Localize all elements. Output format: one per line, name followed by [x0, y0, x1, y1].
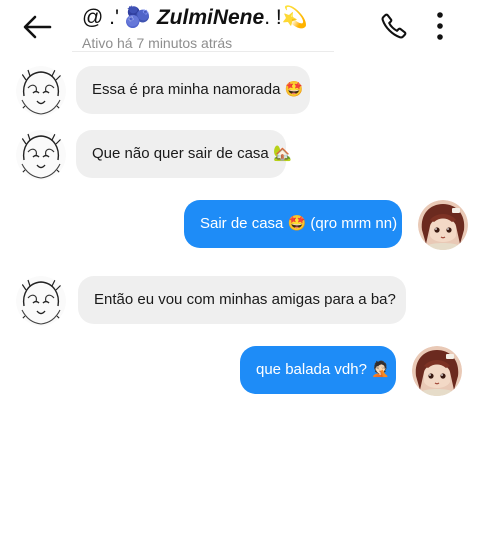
blueberry-emoji: 🫐 [124, 6, 151, 29]
message-bubble[interactable]: Sair de casa 🤩 (qro mrm nn) [184, 200, 402, 248]
sketch-avatar-icon [16, 130, 66, 180]
anime-avatar-icon [412, 346, 462, 396]
header-divider [72, 51, 334, 52]
chat-header: @ .' 🫐 ZulmiNene. !💫 Ativo há 7 minutos … [0, 0, 480, 56]
user-avatar[interactable] [412, 346, 462, 396]
contact-avatar[interactable] [16, 130, 66, 180]
sketch-avatar-icon [16, 66, 66, 116]
title-suffix: . !💫 [264, 6, 308, 29]
title-name: ZulmiNene [151, 6, 265, 29]
sketch-avatar-icon [16, 276, 66, 326]
contact-name[interactable]: @ .' 🫐 ZulmiNene. !💫 [82, 6, 308, 30]
message-bubble[interactable]: que balada vdh? 🤦🏻 [240, 346, 396, 394]
contact-avatar[interactable] [16, 66, 66, 116]
message-bubble[interactable]: Essa é pra minha namorada 🤩 [76, 66, 310, 114]
back-arrow-icon[interactable] [20, 10, 54, 44]
activity-status: Ativo há 7 minutos atrás [82, 35, 233, 51]
more-options-icon[interactable] [430, 10, 450, 42]
title-prefix: @ .' [82, 6, 125, 29]
message-bubble[interactable]: Então eu vou com minhas amigas para a ba… [78, 276, 406, 324]
user-avatar[interactable] [418, 200, 468, 250]
message-bubble[interactable]: Que não quer sair de casa 🏡 [76, 130, 292, 178]
anime-avatar-icon [418, 200, 468, 250]
contact-avatar[interactable] [16, 276, 66, 326]
phone-call-icon[interactable] [380, 12, 408, 40]
